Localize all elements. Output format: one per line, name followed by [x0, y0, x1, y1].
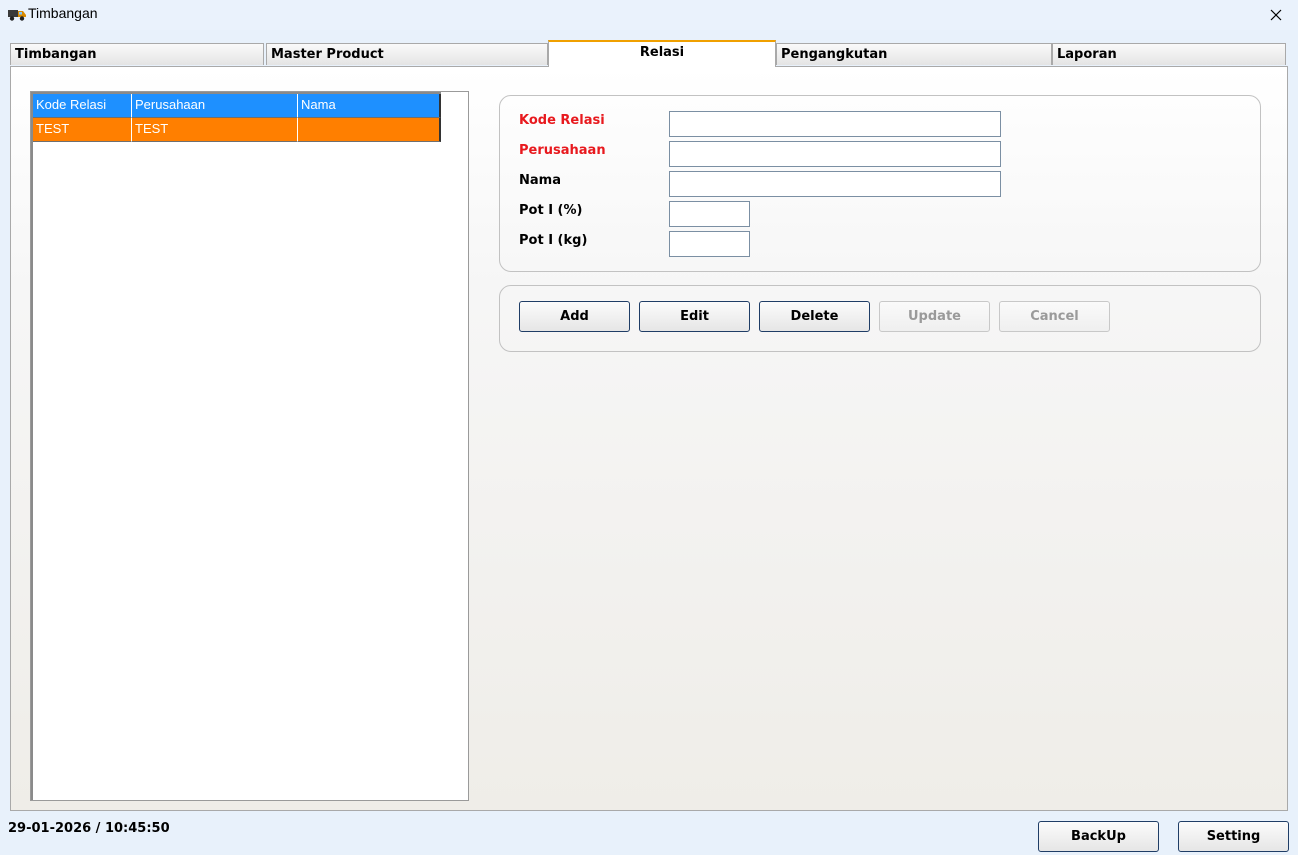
close-icon [1270, 9, 1282, 21]
column-header-kode-relasi[interactable]: Kode Relasi [33, 94, 132, 118]
datetime-status: 29-01-2026 / 10:45:50 [8, 821, 170, 836]
update-button[interactable]: Update [879, 301, 990, 332]
title-bar: Timbangan [0, 0, 1298, 30]
tab-pengangkutan[interactable]: Pengangkutan [776, 43, 1052, 65]
column-header-nama[interactable]: Nama [298, 94, 441, 118]
cell-nama [298, 118, 441, 142]
backup-button[interactable]: BackUp [1038, 821, 1159, 852]
edit-button[interactable]: Edit [639, 301, 750, 332]
close-button[interactable] [1254, 0, 1298, 30]
column-header-perusahaan[interactable]: Perusahaan [132, 94, 298, 118]
kode-relasi-input[interactable] [669, 111, 1001, 137]
cancel-button[interactable]: Cancel [999, 301, 1110, 332]
pot-percent-input[interactable] [669, 201, 750, 227]
cell-kode-relasi: TEST [33, 118, 132, 142]
label-nama: Nama [519, 173, 561, 188]
delete-button[interactable]: Delete [759, 301, 870, 332]
relasi-form-group: Kode Relasi Perusahaan Nama Pot I (%) Po… [499, 95, 1261, 272]
table-row[interactable]: TEST TEST [33, 118, 441, 142]
grid-header-row: Kode Relasi Perusahaan Nama [33, 94, 441, 118]
tab-master-product[interactable]: Master Product [266, 43, 548, 65]
pot-kg-input[interactable] [669, 231, 750, 257]
cell-perusahaan: TEST [132, 118, 298, 142]
relasi-grid[interactable]: Kode Relasi Perusahaan Nama TEST TEST [30, 91, 469, 801]
label-pot-kg: Pot I (kg) [519, 233, 588, 248]
label-pot-percent: Pot I (%) [519, 203, 583, 218]
action-button-group: Add Edit Delete Update Cancel [499, 285, 1261, 352]
setting-button[interactable]: Setting [1178, 821, 1289, 852]
tab-strip: Timbangan Master Product Relasi Pengangk… [10, 40, 1288, 67]
relasi-panel: Kode Relasi Perusahaan Nama TEST TEST Ko… [10, 66, 1288, 811]
label-perusahaan: Perusahaan [519, 143, 606, 158]
add-button[interactable]: Add [519, 301, 630, 332]
tab-laporan[interactable]: Laporan [1052, 43, 1286, 65]
tab-relasi[interactable]: Relasi [548, 40, 776, 67]
window-title: Timbangan [28, 5, 98, 21]
grid-table: Kode Relasi Perusahaan Nama TEST TEST [33, 94, 441, 142]
truck-icon [8, 10, 26, 21]
perusahaan-input[interactable] [669, 141, 1001, 167]
label-kode-relasi: Kode Relasi [519, 113, 605, 128]
nama-input[interactable] [669, 171, 1001, 197]
grid-border [31, 92, 33, 800]
tab-timbangan[interactable]: Timbangan [10, 43, 264, 65]
